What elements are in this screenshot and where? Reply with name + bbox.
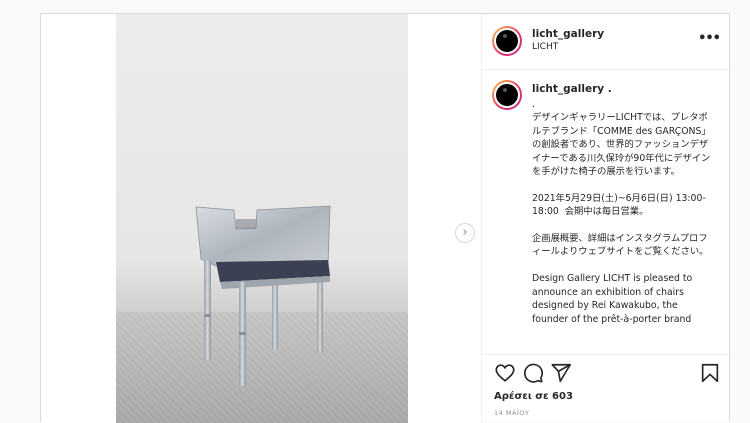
location-subtitle[interactable]: LICHT: [532, 42, 558, 52]
caption-area: licht_gallery . . デザインギャラリーLICHTでは、プレタポル…: [482, 71, 732, 353]
caption-text: . デザインギャラリーLICHTでは、プレタポルテブランド「COMME des …: [532, 99, 711, 325]
instagram-post: › licht_gallery LICHT ••• licht_gallery …: [40, 13, 732, 423]
more-icon[interactable]: •••: [698, 31, 721, 46]
post-date[interactable]: 14 ΜΑΪΟΥ: [494, 409, 529, 417]
post-header: licht_gallery LICHT •••: [482, 14, 732, 70]
likes-count[interactable]: Αρέσει σε 603: [494, 391, 573, 402]
chair-photo: [116, 14, 408, 423]
heart-icon[interactable]: [494, 362, 516, 384]
post-media[interactable]: ›: [41, 14, 481, 423]
bookmark-icon[interactable]: [699, 362, 721, 384]
chair-illustration: [195, 205, 331, 386]
action-bar: Αρέσει σε 603 14 ΜΑΪΟΥ: [482, 354, 732, 423]
post-sidebar: licht_gallery LICHT ••• licht_gallery . …: [481, 14, 732, 423]
caption-avatar[interactable]: [492, 80, 522, 110]
next-media-chevron-right-icon[interactable]: ›: [455, 223, 475, 243]
caption-username-link[interactable]: licht_gallery .: [532, 83, 612, 95]
username-link[interactable]: licht_gallery: [532, 28, 604, 40]
avatar[interactable]: [492, 26, 522, 56]
share-icon[interactable]: [550, 362, 572, 384]
comment-icon[interactable]: [522, 362, 544, 384]
